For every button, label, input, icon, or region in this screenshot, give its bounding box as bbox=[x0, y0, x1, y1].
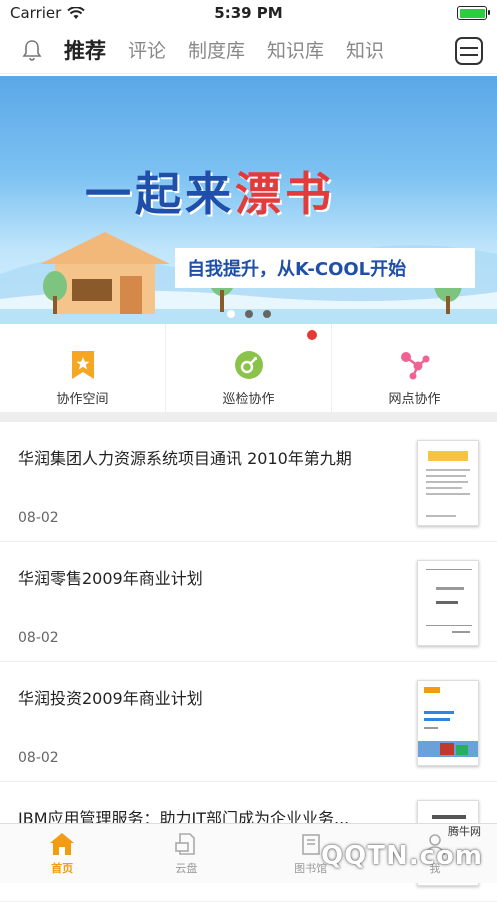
status-bar: Carrier 5:39 PM bbox=[0, 0, 497, 26]
banner-title-part1: 一起来 bbox=[85, 167, 235, 221]
tab-menu-button[interactable] bbox=[455, 37, 483, 65]
tab-recommend[interactable]: 推荐 bbox=[64, 35, 106, 65]
watermark: 腾牛网 QQTN.com bbox=[321, 823, 491, 879]
menu-line-icon bbox=[460, 54, 478, 56]
watermark-text: QQTN.com bbox=[321, 841, 483, 871]
notification-badge bbox=[307, 330, 317, 340]
nav-cloud-disk[interactable]: 云盘 bbox=[124, 824, 248, 883]
notification-bell-button[interactable] bbox=[0, 39, 64, 61]
category-tabs: 推荐 评论 制度库 知识库 知识 bbox=[64, 35, 497, 65]
list-item[interactable]: 华润集团人力资源系统项目通讯 2010年第九期 08-02 bbox=[0, 422, 497, 542]
nav-label: 首页 bbox=[51, 860, 73, 876]
quick-action-label: 网点协作 bbox=[388, 388, 440, 407]
document-thumbnail bbox=[417, 440, 479, 526]
article-title: 华润零售2009年商业计划 bbox=[18, 568, 398, 590]
quick-actions: 协作空间 巡检协作 网点协作 bbox=[0, 324, 497, 422]
tab-knowledge-more[interactable]: 知识 bbox=[346, 36, 384, 63]
carousel-dot[interactable] bbox=[245, 310, 253, 318]
quick-action-branch-collab[interactable]: 网点协作 bbox=[332, 324, 497, 412]
watermark-small-text: 腾牛网 bbox=[448, 823, 481, 839]
tab-comments[interactable]: 评论 bbox=[128, 36, 166, 63]
nav-label: 云盘 bbox=[175, 860, 197, 876]
tab-knowledge-library[interactable]: 知识库 bbox=[267, 36, 324, 63]
status-left: Carrier bbox=[10, 4, 85, 22]
bookmark-star-icon bbox=[70, 350, 96, 380]
carousel-dot[interactable] bbox=[263, 310, 271, 318]
banner-subtitle-box: 自我提升，从K-COOL开始 bbox=[175, 248, 475, 288]
carrier-label: Carrier bbox=[10, 4, 61, 22]
article-title: 华润投资2009年商业计划 bbox=[18, 688, 398, 710]
article-title: 华润集团人力资源系统项目通讯 2010年第九期 bbox=[18, 448, 398, 470]
quick-action-label: 巡检协作 bbox=[222, 388, 274, 407]
quick-action-collab-space[interactable]: 协作空间 bbox=[0, 324, 166, 412]
banner-title-part2: 漂书 bbox=[235, 167, 335, 221]
menu-line-icon bbox=[460, 47, 478, 49]
battery-icon bbox=[457, 6, 487, 20]
carousel-indicator bbox=[0, 310, 497, 318]
bell-icon bbox=[22, 39, 42, 61]
nav-home[interactable]: 首页 bbox=[0, 824, 124, 883]
library-icon bbox=[299, 832, 323, 856]
banner-title: 一起来漂书 bbox=[85, 158, 335, 224]
tab-policy-library[interactable]: 制度库 bbox=[188, 36, 245, 63]
article-date: 08-02 bbox=[18, 510, 59, 526]
inspection-icon bbox=[234, 350, 264, 380]
banner-subtitle: 自我提升，从K-COOL开始 bbox=[187, 255, 406, 281]
top-tab-bar: 推荐 评论 制度库 知识库 知识 bbox=[0, 26, 497, 74]
quick-action-inspection[interactable]: 巡检协作 bbox=[166, 324, 332, 412]
list-item[interactable]: 华润零售2009年商业计划 08-02 bbox=[0, 542, 497, 662]
document-thumbnail bbox=[417, 680, 479, 766]
cloud-disk-icon bbox=[174, 832, 198, 856]
list-item[interactable]: 华润投资2009年商业计划 08-02 bbox=[0, 662, 497, 782]
wifi-icon bbox=[67, 7, 85, 20]
quick-action-label: 协作空间 bbox=[56, 388, 108, 407]
home-icon bbox=[49, 832, 75, 856]
document-thumbnail bbox=[417, 560, 479, 646]
article-date: 08-02 bbox=[18, 630, 59, 646]
carousel-dot[interactable] bbox=[227, 310, 235, 318]
banner-carousel[interactable]: 一起来漂书 自我提升，从K-COOL开始 bbox=[0, 76, 497, 324]
share-icon bbox=[399, 350, 431, 380]
article-date: 08-02 bbox=[18, 750, 59, 766]
